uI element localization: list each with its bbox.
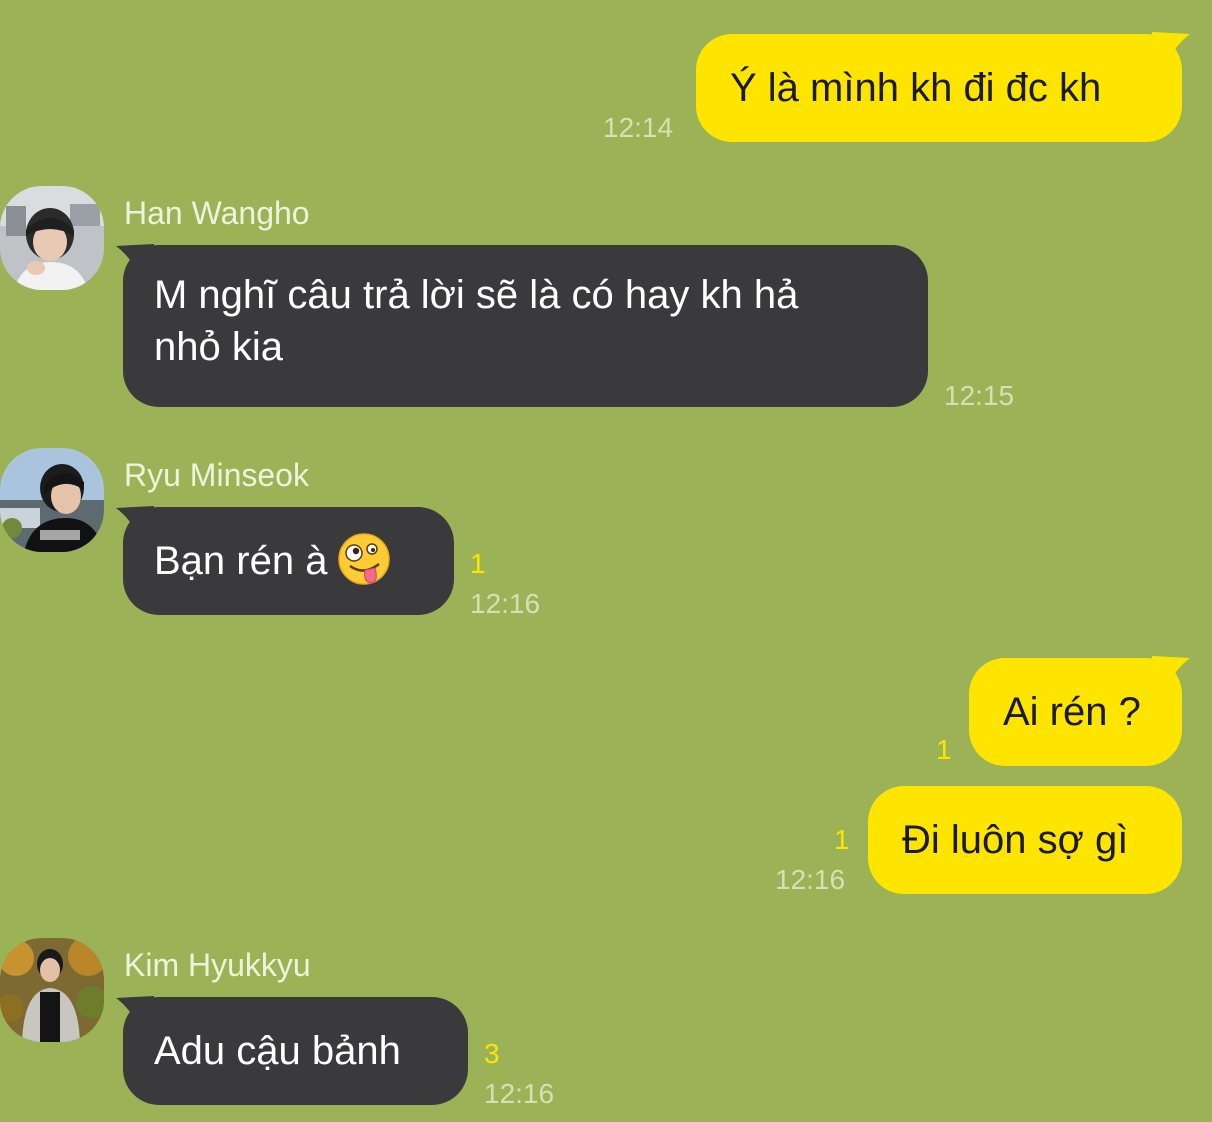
my-message-bubble[interactable]: Ý là mình kh đi đc kh [696,34,1182,142]
message-text: Ý là mình kh đi đc kh [730,66,1102,110]
their-message-bubble[interactable]: M nghĩ câu trả lời sẽ là có hay kh hả nh… [123,245,928,407]
message-text: Ai rén ? [1003,690,1141,734]
avatar-photo [0,448,104,552]
zany-face-emoji-icon [338,533,391,586]
unread-count: 1 [834,824,850,855]
avatar-ryu-minseok[interactable] [0,448,104,552]
avatar-han-wangho[interactable] [0,186,104,290]
message-time: 12:15 [944,380,1015,411]
sender-name: Kim Hyukkyu [124,947,311,983]
message-text: Adu cậu bảnh [154,1029,401,1073]
their-message-bubble[interactable]: Bạn rén à [123,507,454,615]
sender-name: Ryu Minseok [124,457,309,493]
avatar-photo [0,938,104,1042]
message-time: 12:16 [775,864,846,895]
their-message-bubble[interactable]: Adu cậu bảnh [123,997,468,1105]
my-message-bubble[interactable]: Đi luôn sợ gì [868,786,1182,894]
unread-count: 1 [470,548,486,579]
avatar-kim-hyukkyu[interactable] [0,938,104,1042]
message-time: 12:16 [484,1078,555,1109]
message-time: 12:14 [603,112,674,143]
message-text: Đi luôn sợ gì [902,818,1129,862]
sender-name: Han Wangho [124,195,310,231]
unread-count: 1 [936,734,952,765]
message-text-line-1: M nghĩ câu trả lời sẽ là có hay kh hả [154,273,799,317]
my-message-bubble[interactable]: Ai rén ? [969,658,1182,766]
message-time: 12:16 [470,588,541,619]
avatar-photo [0,186,104,290]
message-text: Bạn rén à [154,539,328,583]
message-text-line-2: nhỏ kia [154,325,283,369]
unread-count: 3 [484,1038,500,1069]
